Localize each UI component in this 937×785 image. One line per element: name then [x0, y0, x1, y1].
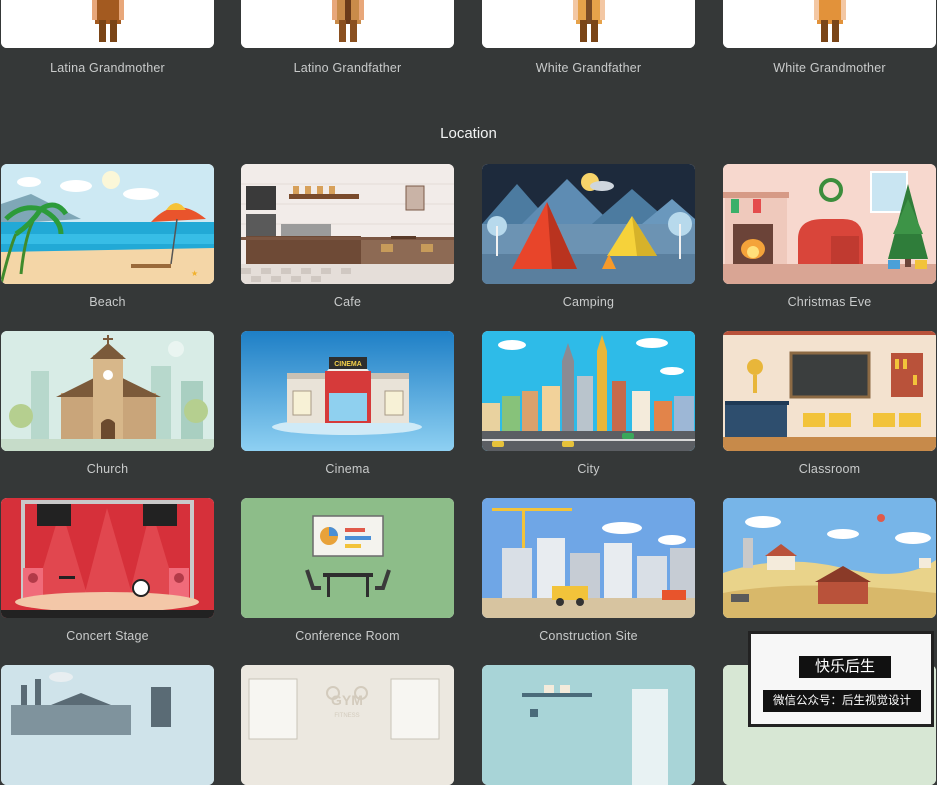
factory-illustration — [1, 665, 214, 785]
watermark-overlay: 快乐后生 微信公众号：后生视觉设计 — [748, 631, 934, 727]
character-label: Latina Grandmother — [50, 61, 165, 75]
gym-sub-text: FITNESS — [334, 713, 359, 719]
svg-text:★: ★ — [191, 269, 198, 278]
character-card-white-grandfather[interactable] — [482, 0, 695, 48]
character-figure — [723, 0, 936, 48]
location-label: Construction Site — [539, 629, 638, 643]
location-card-factory[interactable] — [1, 665, 214, 785]
conference-room-illustration — [241, 498, 454, 618]
location-card-camping[interactable] — [482, 164, 695, 284]
location-label: Concert Stage — [66, 629, 149, 643]
character-figure — [1, 0, 214, 48]
character-figure — [241, 0, 454, 48]
location-label: Christmas Eve — [787, 295, 872, 309]
location-label: Classroom — [798, 462, 861, 476]
location-label: Beach — [89, 295, 126, 309]
location-card-city[interactable] — [482, 331, 695, 451]
location-card-christmas-eve[interactable] — [723, 164, 936, 284]
cinema-sign-text: CINEMA — [334, 361, 362, 368]
location-label: Cafe — [333, 295, 362, 309]
location-card-cinema[interactable]: CINEMA — [241, 331, 454, 451]
location-card-cafe[interactable] — [241, 164, 454, 284]
character-figure — [482, 0, 695, 48]
kitchen-illustration — [482, 665, 695, 785]
country-illustration — [723, 498, 936, 618]
construction-site-illustration — [482, 498, 695, 618]
character-label: White Grandmother — [773, 61, 886, 75]
location-label: Church — [86, 462, 129, 476]
location-card-construction-site[interactable] — [482, 498, 695, 618]
location-card-concert-stage[interactable] — [1, 498, 214, 618]
character-card-latina-grandmother[interactable] — [1, 0, 214, 48]
gym-sign-text: GYM — [331, 692, 363, 708]
location-card-conference-room[interactable] — [241, 498, 454, 618]
location-card-gym[interactable]: GYM FITNESS — [241, 665, 454, 785]
location-card-church[interactable] — [1, 331, 214, 451]
cafe-illustration — [241, 164, 454, 284]
location-label: City — [577, 462, 600, 476]
classroom-illustration — [723, 331, 936, 451]
location-label: Camping — [562, 295, 615, 309]
location-card-beach[interactable]: ★ — [1, 164, 214, 284]
character-label: Latino Grandfather — [293, 61, 402, 75]
character-label: White Grandfather — [535, 61, 642, 75]
location-card-classroom[interactable] — [723, 331, 936, 451]
character-card-latino-grandfather[interactable] — [241, 0, 454, 48]
location-card-kitchen[interactable] — [482, 665, 695, 785]
cinema-illustration: CINEMA — [241, 331, 454, 451]
location-label: Cinema — [325, 462, 370, 476]
concert-stage-illustration — [1, 498, 214, 618]
christmas-illustration — [723, 164, 936, 284]
location-card-country[interactable] — [723, 498, 936, 618]
character-card-white-grandmother[interactable] — [723, 0, 936, 48]
camping-illustration — [482, 164, 695, 284]
location-label: Conference Room — [295, 629, 400, 643]
watermark-title: 快乐后生 — [799, 656, 891, 678]
city-illustration — [482, 331, 695, 451]
section-title-location: Location — [440, 125, 497, 142]
beach-illustration: ★ — [1, 164, 214, 284]
watermark-subtitle: 微信公众号：后生视觉设计 — [763, 690, 921, 712]
church-illustration — [1, 331, 214, 451]
gym-illustration: GYM FITNESS — [241, 665, 454, 785]
